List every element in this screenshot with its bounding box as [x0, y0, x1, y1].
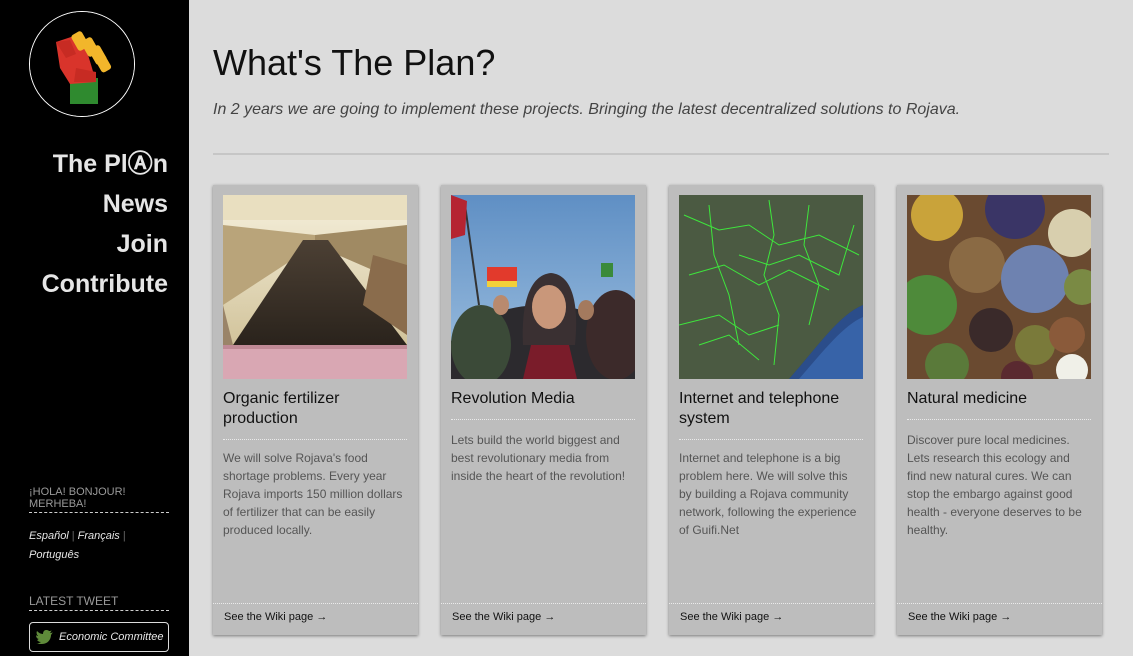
fist-logo[interactable] [29, 11, 135, 117]
card-footer-divider [897, 603, 1102, 604]
sidebar: The PlⒶn News Join Contribute ¡HOLA! BON… [0, 0, 189, 656]
card-divider [451, 419, 635, 420]
card-description: Internet and telephone is a big problem … [679, 451, 857, 537]
tweet-button[interactable]: Economic Committee [29, 622, 169, 652]
project-card-medicine: Natural medicine Discover pure local med… [897, 185, 1102, 635]
card-title: Organic fertilizer production [223, 390, 340, 427]
card-footer-divider [669, 603, 874, 604]
revolution-media-photo [451, 195, 635, 379]
project-card-fertilizer: Organic fertilizer production We will so… [213, 185, 418, 635]
card-description: Lets build the world biggest and best re… [451, 433, 626, 483]
card-footer-divider [213, 603, 418, 604]
page-title: What's The Plan? [213, 42, 496, 83]
card-title: Natural medicine [907, 390, 1028, 407]
main-nav: The PlⒶn News Join Contribute [42, 144, 168, 304]
project-card-media: Revolution Media Lets build the world bi… [441, 185, 646, 635]
wiki-link[interactable]: See the Wiki page → [452, 611, 555, 623]
card-title: Revolution Media [451, 390, 575, 407]
nav-contribute[interactable]: Contribute [42, 264, 168, 304]
card-description: Discover pure local medicines. Lets rese… [907, 433, 1082, 537]
language-portugues[interactable]: Português [29, 549, 79, 561]
language-list: Español | Français | Português [29, 527, 169, 565]
language-francais[interactable]: Français [78, 530, 120, 542]
nav-the-plan[interactable]: The PlⒶn [42, 144, 168, 184]
fertilizer-photo [223, 195, 407, 379]
herbs-spices-photo [907, 195, 1091, 379]
nav-join[interactable]: Join [42, 224, 168, 264]
card-footer-divider [441, 603, 646, 604]
nav-news[interactable]: News [42, 184, 168, 224]
project-card-internet: Internet and telephone system Internet a… [669, 185, 874, 635]
wiki-link[interactable]: See the Wiki page → [908, 611, 1011, 623]
page-subtitle: In 2 years we are going to implement the… [213, 101, 961, 118]
language-espanol[interactable]: Español [29, 530, 69, 542]
card-description: We will solve Rojava's food shortage pro… [223, 451, 403, 537]
latest-tweet-heading: LATEST TWEET [29, 594, 169, 611]
network-map-image [679, 195, 863, 379]
wiki-link[interactable]: See the Wiki page → [224, 611, 327, 623]
card-title: Internet and telephone system [679, 390, 840, 427]
language-separator: | [71, 530, 75, 542]
card-divider [679, 439, 863, 440]
header-divider [213, 153, 1109, 155]
greeting-heading: ¡HOLA! BONJOUR! MERHEBA! [29, 486, 169, 513]
wiki-link[interactable]: See the Wiki page → [680, 611, 783, 623]
card-divider [907, 419, 1091, 420]
card-divider [223, 439, 407, 440]
twitter-bird-icon [36, 630, 53, 644]
tweet-button-label: Economic Committee [59, 631, 164, 643]
language-separator: | [122, 530, 126, 542]
